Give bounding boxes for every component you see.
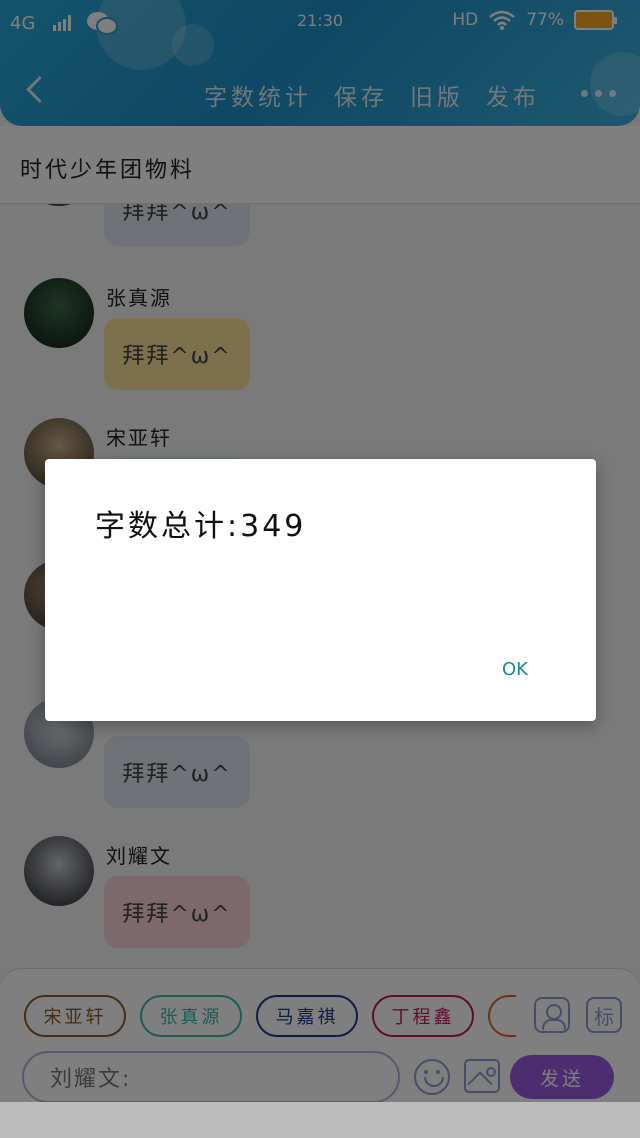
ok-button[interactable]: OK (502, 659, 528, 680)
word-count-dialog: 字数总计:349 OK (45, 459, 596, 721)
bottom-strip (0, 1102, 640, 1138)
dialog-message: 字数总计:349 (95, 509, 307, 544)
